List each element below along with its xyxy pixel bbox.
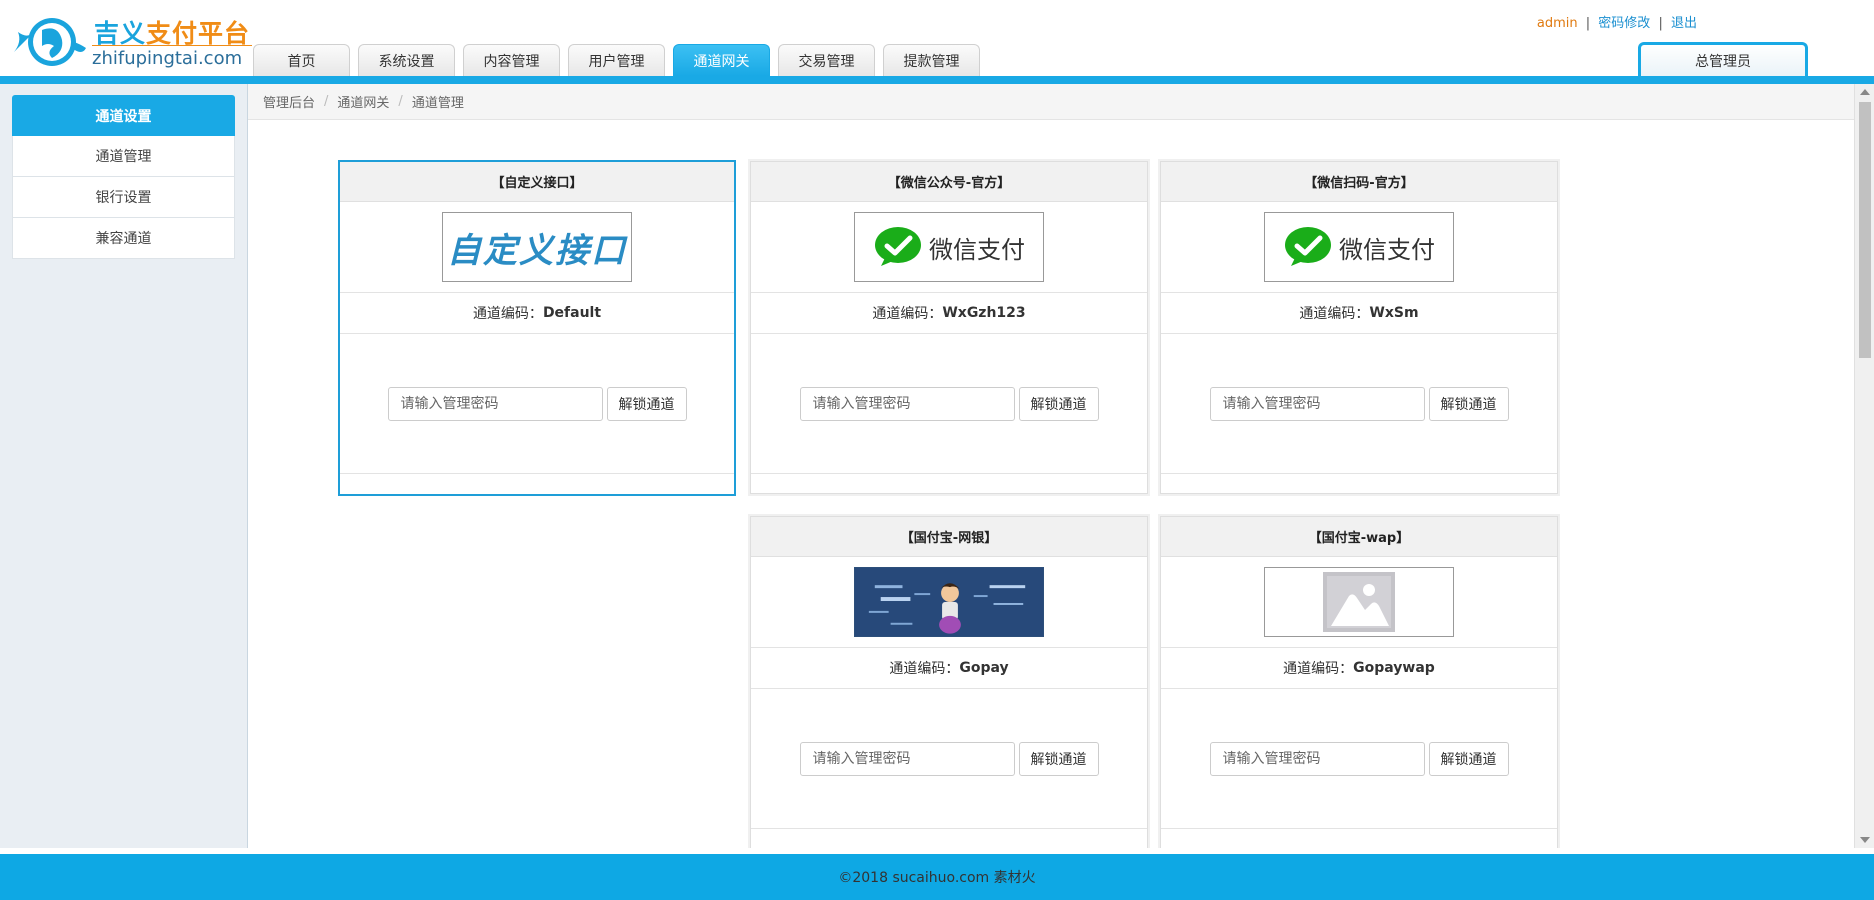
separator: | [1658, 16, 1663, 31]
admin-password-input[interactable] [799, 741, 1015, 776]
channel-code-value: Default [542, 305, 602, 321]
channel-code-label: 通道编码： [472, 306, 543, 322]
wechat-pay-logo-content: 微信支付 [1283, 226, 1435, 268]
tab-system-settings[interactable]: 系统设置 [358, 44, 455, 76]
channel-image-row: 微信支付 [1161, 202, 1557, 293]
channel-card[interactable]: 【国付宝-网银】 通道编码： Gopay 解锁通道 [750, 516, 1148, 848]
gopay-banner-image [854, 567, 1044, 637]
channel-code: 通道编码： Gopaywap [1161, 648, 1557, 689]
admin-password-input[interactable] [799, 386, 1015, 421]
channel-code: 通道编码： Default [340, 293, 734, 334]
tab-transaction-management[interactable]: 交易管理 [778, 44, 875, 76]
channel-image-row: 微信支付 [751, 202, 1147, 293]
breadcrumb-item[interactable]: 通道网关 [337, 92, 389, 111]
channel-image-row [751, 557, 1147, 648]
footer: ©2018 sucaihuo.com 素材火 [0, 854, 1874, 900]
unlock-channel-button[interactable]: 解锁通道 [1428, 386, 1509, 421]
wechat-pay-logo: 微信支付 [854, 212, 1044, 282]
channel-card[interactable]: 【自定义接口】 自定义接口 通道编码： Default 解锁通道 [338, 160, 736, 496]
channel-card[interactable]: 【国付宝-wap】 通道编码： Gopaywap 解锁通道 [1160, 516, 1558, 848]
wechat-pay-text: 微信支付 [929, 235, 1025, 264]
breadcrumb-separator: / [324, 94, 329, 109]
unlock-channel-button[interactable]: 解锁通道 [1018, 386, 1099, 421]
scroll-thumb[interactable] [1859, 102, 1871, 358]
channel-code-label: 通道编码： [889, 661, 960, 677]
channel-title: 【自定义接口】 [340, 162, 734, 202]
sidebar-group: 通道设置 通道管理 银行设置 兼容通道 [12, 95, 235, 259]
admin-password-input[interactable] [387, 386, 603, 421]
tab-content-management[interactable]: 内容管理 [463, 44, 560, 76]
channel-code-value: WxSm [1369, 305, 1419, 321]
image-placeholder-box [1264, 567, 1454, 637]
scroll-down-arrow-icon[interactable] [1860, 837, 1870, 843]
sidebar-item-bank-settings[interactable]: 银行设置 [12, 177, 235, 218]
channel-card[interactable]: 【微信扫码-官方】 微信支付 通道编码： WxSm 解锁通道 [1160, 161, 1558, 494]
main-nav: 首页 系统设置 内容管理 用户管理 通道网关 交易管理 提款管理 [253, 44, 988, 76]
channel-card[interactable]: 【微信公众号-官方】 微信支付 通道编码： WxGzh123 解锁通道 [750, 161, 1148, 494]
breadcrumb: 管理后台 / 通道网关 / 通道管理 [248, 84, 1854, 120]
unlock-channel-button[interactable]: 解锁通道 [1018, 741, 1099, 776]
channel-code-label: 通道编码： [1299, 306, 1370, 322]
unlock-channel-button[interactable]: 解锁通道 [606, 386, 687, 421]
top-links: admin | 密码修改 | 退出 [1537, 12, 1697, 31]
header: 吉义支付平台 zhifupingtai.com 首页 系统设置 内容管理 用户管… [0, 0, 1874, 76]
logo-underline [92, 45, 252, 46]
role-badge[interactable]: 总管理员 [1638, 42, 1808, 76]
separator: | [1585, 16, 1591, 31]
wechat-pay-logo-content: 微信支付 [873, 226, 1025, 268]
footer-copyright: ©2018 sucaihuo.com 素材火 [838, 870, 1036, 886]
channel-code-value: Gopaywap [1353, 660, 1435, 676]
wechat-icon [1285, 227, 1331, 266]
breadcrumb-item[interactable]: 管理后台 [263, 92, 315, 111]
unlock-form: 解锁通道 [1161, 689, 1557, 829]
unlock-form: 解锁通道 [1161, 334, 1557, 474]
wechat-pay-text: 微信支付 [1339, 235, 1435, 264]
gopay-banner-illustration [855, 568, 1043, 636]
username: admin [1536, 16, 1578, 31]
channel-code: 通道编码： Gopay [751, 648, 1147, 689]
wechat-icon [875, 227, 921, 266]
header-bar [0, 76, 1874, 84]
logo[interactable]: 吉义支付平台 zhifupingtai.com [8, 8, 252, 72]
channel-title: 【国付宝-网银】 [751, 517, 1147, 557]
unlock-form: 解锁通道 [751, 689, 1147, 829]
channel-code-label: 通道编码： [1283, 661, 1354, 677]
channel-title: 【国付宝-wap】 [1161, 517, 1557, 557]
change-password-link[interactable]: 密码修改 [1598, 16, 1650, 31]
scroll-up-arrow-icon[interactable] [1860, 89, 1870, 95]
logo-subtitle: zhifupingtai.com [92, 48, 243, 69]
channel-code-value: Gopay [959, 660, 1009, 676]
logout-link[interactable]: 退出 [1671, 16, 1697, 31]
sidebar-item-channel-management[interactable]: 通道管理 [12, 136, 235, 177]
custom-interface-logo-text: 自定义接口 [447, 230, 627, 271]
admin-password-input[interactable] [1209, 741, 1425, 776]
unlock-channel-button[interactable]: 解锁通道 [1428, 741, 1509, 776]
vertical-scrollbar[interactable] [1854, 84, 1874, 848]
channel-title: 【微信扫码-官方】 [1161, 162, 1557, 202]
tab-home[interactable]: 首页 [253, 44, 350, 76]
admin-password-input[interactable] [1209, 386, 1425, 421]
channel-code-label: 通道编码： [872, 306, 943, 322]
channel-image-row: 自定义接口 [340, 202, 734, 293]
breadcrumb-separator: / [398, 94, 403, 109]
breadcrumb-item: 通道管理 [411, 96, 464, 111]
channel-code-value: WxGzh123 [942, 305, 1026, 321]
unlock-form: 解锁通道 [340, 334, 734, 474]
tab-withdrawal-management[interactable]: 提款管理 [883, 44, 980, 76]
custom-interface-logo: 自定义接口 [442, 212, 632, 282]
channel-code: 通道编码： WxGzh123 [751, 293, 1147, 334]
sidebar-heading[interactable]: 通道设置 [12, 95, 235, 136]
unlock-form: 解锁通道 [751, 334, 1147, 474]
channel-title: 【微信公众号-官方】 [751, 162, 1147, 202]
wechat-pay-logo: 微信支付 [1264, 212, 1454, 282]
sidebar-item-compatible-channels[interactable]: 兼容通道 [12, 218, 235, 259]
dolphin-logo-icon [14, 18, 86, 66]
sidebar: 通道设置 通道管理 银行设置 兼容通道 [0, 84, 248, 848]
tab-channel-gateway[interactable]: 通道网关 [673, 44, 770, 76]
main-content: 管理后台 / 通道网关 / 通道管理 【自定义接口】 自定义接口 通道编码： De… [248, 84, 1854, 848]
tab-user-management[interactable]: 用户管理 [568, 44, 665, 76]
channel-image-row [1161, 557, 1557, 648]
channel-code: 通道编码： WxSm [1161, 293, 1557, 334]
image-placeholder-icon [1323, 572, 1395, 632]
